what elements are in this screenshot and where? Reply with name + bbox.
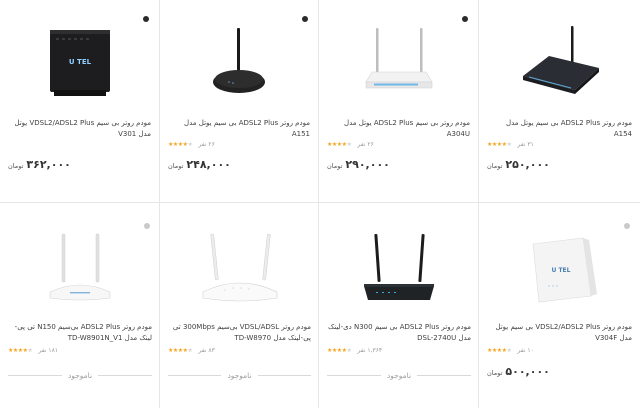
- rating-count: ۱۸۱ نفر: [38, 347, 59, 354]
- dlink-dsl-2740u-router-image: [364, 233, 434, 300]
- rating-count: ۱,۳۶۴ نفر: [357, 347, 383, 354]
- out-of-stock-label: ناموجود: [67, 371, 93, 380]
- product-image[interactable]: [160, 222, 319, 318]
- product-image[interactable]: [319, 222, 479, 318]
- product-card[interactable]: مودم روتر ADSL2 Plus بی سیم N300 دی-لینک…: [319, 0, 479, 408]
- rating-stars: ★★★★★: [168, 347, 193, 354]
- price-currency: تومان: [487, 369, 503, 377]
- product-rating: ★★★★★ ۱,۳۶۴ نفر: [327, 347, 471, 354]
- product-price: ۵۰۰,۰۰۰ تومان: [487, 365, 550, 378]
- out-of-stock: ناموجود: [327, 371, 471, 380]
- divider-line: [417, 375, 471, 376]
- price-value: ۵۰۰,۰۰۰: [505, 365, 550, 378]
- product-card[interactable]: مودم روتر ADSL2 Plus بی‌سیم N150 تی پی-ل…: [0, 0, 160, 408]
- out-of-stock-label: ناموجود: [227, 371, 252, 380]
- row-2: مودم روتر ADSL2 Plus بی‌سیم N150 تی پی-ل…: [0, 0, 640, 408]
- product-title[interactable]: مودم روتر ADSL2 Plus بی‌سیم N150 تی پی-ل…: [8, 322, 152, 344]
- product-image[interactable]: U TEL: [479, 222, 640, 318]
- rating-stars: ★★★★★: [8, 347, 33, 354]
- product-rating: ★★★★★ ۱۸۱ نفر: [8, 347, 152, 354]
- out-of-stock: ناموجود: [168, 371, 311, 380]
- out-of-stock-label: ناموجود: [386, 371, 412, 380]
- product-title[interactable]: مودم روتر ADSL2 Plus بی سیم N300 دی-لینک…: [327, 322, 471, 344]
- utel-v304f-router-image: U TEL: [532, 237, 597, 303]
- divider-line: [257, 375, 311, 376]
- product-rating: ★★★★★ ۱۰ نفر: [487, 347, 632, 354]
- tplink-td-w8901n-router-image: [49, 233, 111, 301]
- product-image[interactable]: [0, 222, 160, 318]
- product-rating: ★★★★★ ۸۳ نفر: [168, 347, 311, 354]
- out-of-stock: ناموجود: [8, 371, 152, 380]
- rating-count: ۸۳ نفر: [198, 347, 215, 354]
- product-card[interactable]: مودم روتر VDSL/ADSL بی‌سیم 300Mbps تی پی…: [160, 0, 319, 408]
- divider-line: [8, 375, 62, 376]
- product-title[interactable]: مودم روتر VDSL/ADSL بی‌سیم 300Mbps تی پی…: [168, 322, 311, 344]
- product-title[interactable]: مودم روتر VDSL2/ADSL2 Plus بی سیم یوتل م…: [487, 322, 632, 344]
- divider-line: [327, 375, 381, 376]
- divider-line: [98, 375, 152, 376]
- svg-text:U TEL: U TEL: [551, 267, 570, 274]
- product-card[interactable]: U TEL مودم روتر VDSL2/ADSL2 Plus بی سیم …: [479, 0, 640, 408]
- rating-stars: ★★★★★: [487, 347, 512, 354]
- rating-stars: ★★★★★: [327, 347, 352, 354]
- rating-count: ۱۰ نفر: [517, 347, 534, 354]
- divider-line: [168, 375, 222, 376]
- tplink-td-w8970-router-image: [202, 233, 277, 302]
